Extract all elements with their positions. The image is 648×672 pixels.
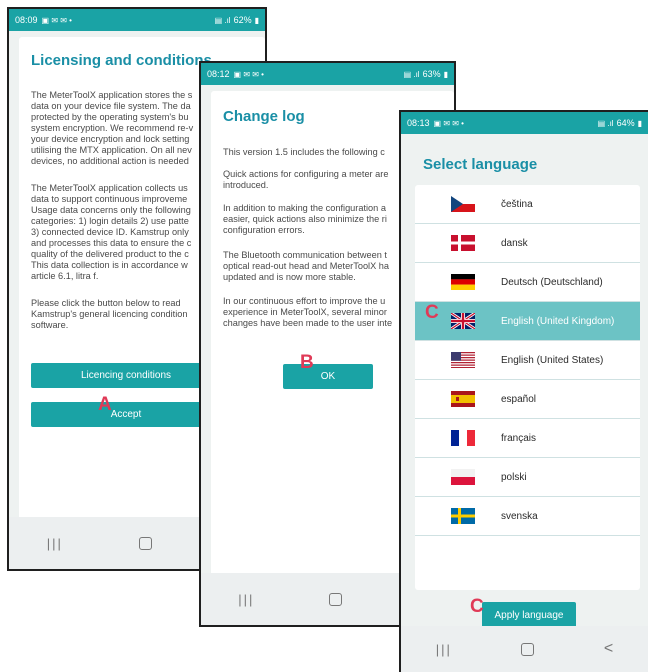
language-name: español bbox=[501, 393, 537, 405]
status-time: 08:13 bbox=[407, 118, 430, 128]
licensing-paragraph-3: Please click the button below to read Ka… bbox=[31, 298, 188, 330]
changelog-paragraph-5: In our continuous effort to improve the … bbox=[223, 296, 393, 328]
android-nav-bar: ||| < bbox=[401, 626, 648, 672]
language-row-francais[interactable]: français bbox=[415, 419, 640, 458]
battery-level: 64% bbox=[616, 118, 635, 128]
changelog-paragraph-4: The Bluetooth communication between t op… bbox=[223, 250, 389, 282]
signal-icon: ▤ .ıl bbox=[214, 15, 231, 25]
language-name: svenska bbox=[501, 510, 538, 522]
language-name: polski bbox=[501, 471, 527, 483]
home-icon[interactable] bbox=[521, 642, 535, 656]
language-name: Deutsch (Deutschland) bbox=[501, 276, 603, 288]
battery-icon: ▮ bbox=[443, 69, 448, 79]
home-icon[interactable] bbox=[138, 536, 152, 550]
language-row-english-us[interactable]: English (United States) bbox=[415, 341, 640, 380]
swedish-flag-icon bbox=[451, 508, 475, 524]
czech-flag-icon bbox=[451, 196, 475, 212]
page-title: Licensing and conditions bbox=[31, 52, 212, 69]
language-row-dansk[interactable]: dansk bbox=[415, 224, 640, 263]
status-time: 08:09 bbox=[15, 15, 38, 25]
battery-icon: ▮ bbox=[254, 15, 259, 25]
changelog-paragraph-2: Quick actions for configuring a meter ar… bbox=[223, 169, 389, 190]
language-row-cestina[interactable]: čeština bbox=[415, 185, 640, 224]
language-name: čeština bbox=[501, 198, 533, 210]
language-name: English (United Kingdom) bbox=[501, 315, 615, 327]
uk-flag-icon bbox=[451, 313, 475, 329]
battery-level: 62% bbox=[233, 15, 252, 25]
polish-flag-icon bbox=[451, 469, 475, 485]
us-flag-icon bbox=[451, 352, 475, 368]
page-title: Change log bbox=[223, 108, 305, 125]
changelog-paragraph-3: In addition to making the configuration … bbox=[223, 203, 387, 235]
recents-icon[interactable]: ||| bbox=[47, 536, 63, 551]
recents-icon[interactable]: ||| bbox=[238, 592, 254, 607]
french-flag-icon bbox=[451, 430, 475, 446]
signal-icon: ▤ .ıl bbox=[403, 69, 420, 79]
changelog-paragraph-1: This version 1.5 includes the following … bbox=[223, 147, 385, 157]
marker-b: B bbox=[300, 352, 314, 373]
back-icon[interactable]: < bbox=[604, 640, 613, 658]
language-name: français bbox=[501, 432, 537, 444]
marker-a: A bbox=[98, 394, 112, 415]
page-title: Select language bbox=[423, 156, 538, 173]
licencing-conditions-button[interactable]: Licencing conditions bbox=[31, 363, 221, 388]
language-list: čeština dansk Deutsch (Deutschland) Engl… bbox=[415, 185, 640, 590]
language-row-espanol[interactable]: español bbox=[415, 380, 640, 419]
language-name: dansk bbox=[501, 237, 528, 249]
status-bar: 08:09 ▣ ✉ ✉ • ▤ .ıl 62% ▮ bbox=[9, 9, 265, 31]
phone-language-screen: 08:13 ▣ ✉ ✉ • ▤ .ıl 64% ▮ Select language č… bbox=[399, 110, 648, 672]
licensing-paragraph-2: The MeterToolX application collects us d… bbox=[31, 183, 192, 281]
language-name: English (United States) bbox=[501, 354, 604, 366]
language-row-deutsch[interactable]: Deutsch (Deutschland) bbox=[415, 263, 640, 302]
status-bar: 08:13 ▣ ✉ ✉ • ▤ .ıl 64% ▮ bbox=[401, 112, 648, 134]
danish-flag-icon bbox=[451, 235, 475, 251]
notification-icons: ▣ ✉ ✉ • bbox=[41, 15, 72, 25]
language-row-polski[interactable]: polski bbox=[415, 458, 640, 497]
recents-icon[interactable]: ||| bbox=[436, 642, 452, 657]
language-row-svenska[interactable]: svenska bbox=[415, 497, 640, 536]
german-flag-icon bbox=[451, 274, 475, 290]
status-bar: 08:12 ▣ ✉ ✉ • ▤ .ıl 63% ▮ bbox=[201, 63, 454, 85]
battery-level: 63% bbox=[422, 69, 441, 79]
licensing-paragraph-1: The MeterToolX application stores the s … bbox=[31, 90, 194, 166]
apply-language-button[interactable]: Apply language bbox=[482, 602, 576, 628]
signal-icon: ▤ .ıl bbox=[597, 118, 614, 128]
home-icon[interactable] bbox=[329, 592, 343, 606]
status-time: 08:12 bbox=[207, 69, 230, 79]
notification-icons: ▣ ✉ ✉ • bbox=[433, 118, 464, 128]
accept-button[interactable]: Accept bbox=[31, 402, 221, 427]
spanish-flag-icon bbox=[451, 391, 475, 407]
battery-icon: ▮ bbox=[637, 118, 642, 128]
marker-c-language: C bbox=[425, 302, 439, 323]
notification-icons: ▣ ✉ ✉ • bbox=[233, 69, 264, 79]
ok-button[interactable]: OK bbox=[283, 364, 373, 389]
marker-c-apply: C bbox=[470, 596, 484, 617]
language-row-english-uk[interactable]: English (United Kingdom) bbox=[415, 302, 640, 341]
